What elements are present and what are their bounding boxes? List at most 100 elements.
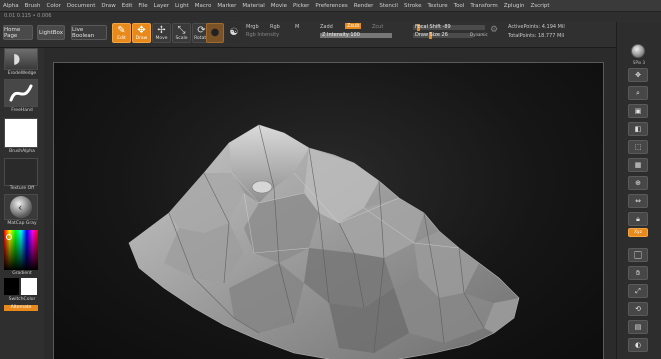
material-button[interactable]: ‹ bbox=[4, 194, 38, 220]
left-shelf: ◗ ErodeWedge FreeHand BrushAlpha Texture… bbox=[0, 48, 44, 359]
menu-stroke[interactable]: Stroke bbox=[404, 3, 422, 9]
edit-mode-button[interactable]: ✎ Edit bbox=[112, 23, 131, 43]
color-swatch-button[interactable]: ☯ bbox=[226, 23, 242, 43]
scroll-icon: ✥ bbox=[635, 71, 641, 79]
frame-icon: ⬜︎ bbox=[634, 250, 642, 259]
yin-yang-icon: ☯ bbox=[229, 27, 239, 38]
spix-label[interactable]: SPix 3 bbox=[617, 60, 661, 65]
lightbox-button[interactable]: LightBox bbox=[37, 25, 65, 40]
bpr-button[interactable] bbox=[631, 44, 645, 58]
freehand-stroke-icon bbox=[9, 84, 33, 102]
menu-material[interactable]: Material bbox=[242, 3, 264, 9]
menu-zscript[interactable]: Zscript bbox=[530, 3, 549, 9]
menu-bar: Alpha Brush Color Document Draw Edit File Layer… bbox=[0, 0, 661, 12]
menu-movie[interactable]: Movie bbox=[271, 3, 287, 9]
persp-button[interactable]: ⬚ bbox=[628, 140, 648, 154]
live-boolean-button[interactable]: Live Boolean bbox=[71, 25, 107, 40]
aahalf-button[interactable]: ◧ bbox=[628, 122, 648, 136]
zsub-toggle[interactable]: Zsub bbox=[345, 23, 362, 29]
rotate-icon: ⟳ bbox=[197, 24, 206, 36]
edit-icon: ✎ bbox=[117, 24, 126, 36]
alpha-button[interactable] bbox=[4, 118, 38, 148]
matcap-sphere-icon: ‹ bbox=[10, 196, 32, 218]
menu-brush[interactable]: Brush bbox=[25, 3, 41, 9]
material-sphere-button[interactable]: ● bbox=[206, 23, 224, 43]
move-view-icon: ✋︎ bbox=[636, 268, 640, 277]
lsym-icon: ⇔ bbox=[635, 197, 641, 205]
mrgb-toggle[interactable]: Mrgb bbox=[246, 24, 259, 30]
draw-size-label: Draw Size 26 bbox=[415, 32, 448, 38]
menu-texture[interactable]: Texture bbox=[428, 3, 448, 9]
move-view-button[interactable]: ✋︎ bbox=[628, 266, 648, 280]
menu-preferences[interactable]: Preferences bbox=[315, 3, 347, 9]
move-icon: ✢ bbox=[157, 24, 166, 36]
local-icon: ⊕ bbox=[635, 179, 641, 187]
menu-document[interactable]: Document bbox=[67, 3, 96, 9]
lsym-button[interactable]: ⇔ bbox=[628, 194, 648, 208]
aahalf-icon: ◧ bbox=[634, 125, 642, 133]
texture-button[interactable] bbox=[4, 158, 38, 186]
transp-button[interactable]: ◐ bbox=[628, 338, 648, 352]
lock-button[interactable]: 🔒︎ bbox=[628, 212, 648, 226]
scale-mode-button[interactable]: ⤡ Scale bbox=[172, 23, 191, 43]
menu-stencil[interactable]: Stencil bbox=[379, 3, 398, 9]
info-text: 0.01 0.115 • 0.006 bbox=[4, 13, 52, 19]
gradient-label: Gradient bbox=[12, 271, 32, 276]
floor-icon: ▦ bbox=[634, 161, 642, 169]
draw-mode-button[interactable]: ✥ Draw bbox=[132, 23, 151, 43]
zoom-icon: ⌕ bbox=[636, 88, 640, 97]
menu-marker[interactable]: Marker bbox=[217, 3, 236, 9]
rotate-view-button[interactable]: ⟲ bbox=[628, 302, 648, 316]
draw-icon: ✥ bbox=[137, 24, 146, 36]
sphere-icon: ● bbox=[210, 27, 220, 38]
document-canvas[interactable] bbox=[53, 62, 604, 359]
menu-light[interactable]: Light bbox=[175, 3, 189, 9]
primary-color-swatch[interactable] bbox=[4, 278, 19, 295]
switch-color-button[interactable]: SwitchColor bbox=[0, 297, 44, 302]
secondary-color-swatch[interactable] bbox=[21, 278, 37, 295]
current-brush-button[interactable]: ◗ bbox=[4, 48, 38, 70]
menu-color[interactable]: Color bbox=[47, 3, 61, 9]
rgb-toggle[interactable]: Rgb bbox=[270, 24, 280, 30]
menu-macro[interactable]: Macro bbox=[195, 3, 212, 9]
lock-icon: 🔒︎ bbox=[636, 214, 640, 223]
menu-render[interactable]: Render bbox=[354, 3, 374, 9]
menu-alpha[interactable]: Alpha bbox=[3, 3, 19, 9]
edit-label: Edit bbox=[117, 35, 126, 41]
dynamic-toggle[interactable]: Dynamic bbox=[470, 32, 488, 37]
home-page-button[interactable]: Home Page bbox=[3, 25, 33, 40]
menu-layer[interactable]: Layer bbox=[154, 3, 169, 9]
scroll-button[interactable]: ✥ bbox=[628, 68, 648, 82]
material-label: MatCap Gray bbox=[7, 221, 37, 226]
zcut-toggle[interactable]: Zcut bbox=[372, 24, 383, 30]
alternate-toggle[interactable]: Alternate bbox=[4, 305, 38, 311]
frame-button[interactable]: ⬜︎ bbox=[628, 248, 648, 262]
menu-zplugin[interactable]: Zplugin bbox=[504, 3, 525, 9]
menu-draw[interactable]: Draw bbox=[101, 3, 115, 9]
brush-icon: ◗ bbox=[13, 51, 21, 67]
actual-button[interactable]: ▣ bbox=[628, 104, 648, 118]
menu-transform[interactable]: Transform bbox=[470, 3, 497, 9]
scale-view-button[interactable]: ⤢ bbox=[628, 284, 648, 298]
local-button[interactable]: ⊕ bbox=[628, 176, 648, 190]
color-picker-cursor[interactable] bbox=[6, 234, 12, 240]
move-mode-button[interactable]: ✢ Move bbox=[152, 23, 171, 43]
actual-icon: ▣ bbox=[634, 107, 642, 115]
floor-button[interactable]: ▦ bbox=[628, 158, 648, 172]
color-picker[interactable] bbox=[4, 230, 38, 270]
draw-label: Draw bbox=[135, 35, 148, 41]
m-toggle[interactable]: M bbox=[295, 24, 299, 30]
terrain-mesh[interactable] bbox=[54, 63, 604, 359]
linefill-button[interactable]: ▤ bbox=[628, 320, 648, 334]
menu-edit[interactable]: Edit bbox=[122, 3, 133, 9]
menu-file[interactable]: File bbox=[138, 3, 147, 9]
zoom-button[interactable]: ⌕ bbox=[628, 86, 648, 100]
menu-tool[interactable]: Tool bbox=[454, 3, 465, 9]
zadd-toggle[interactable]: Zadd bbox=[320, 24, 333, 30]
z-intensity-value: 100 bbox=[350, 32, 360, 38]
stroke-button[interactable] bbox=[4, 79, 38, 107]
menu-picker[interactable]: Picker bbox=[293, 3, 309, 9]
xyz-toggle[interactable]: Xyz bbox=[628, 228, 648, 237]
sculptris-icon[interactable]: ⚙ bbox=[490, 25, 498, 35]
z-intensity-label: Z Intensity 100 bbox=[322, 32, 360, 38]
